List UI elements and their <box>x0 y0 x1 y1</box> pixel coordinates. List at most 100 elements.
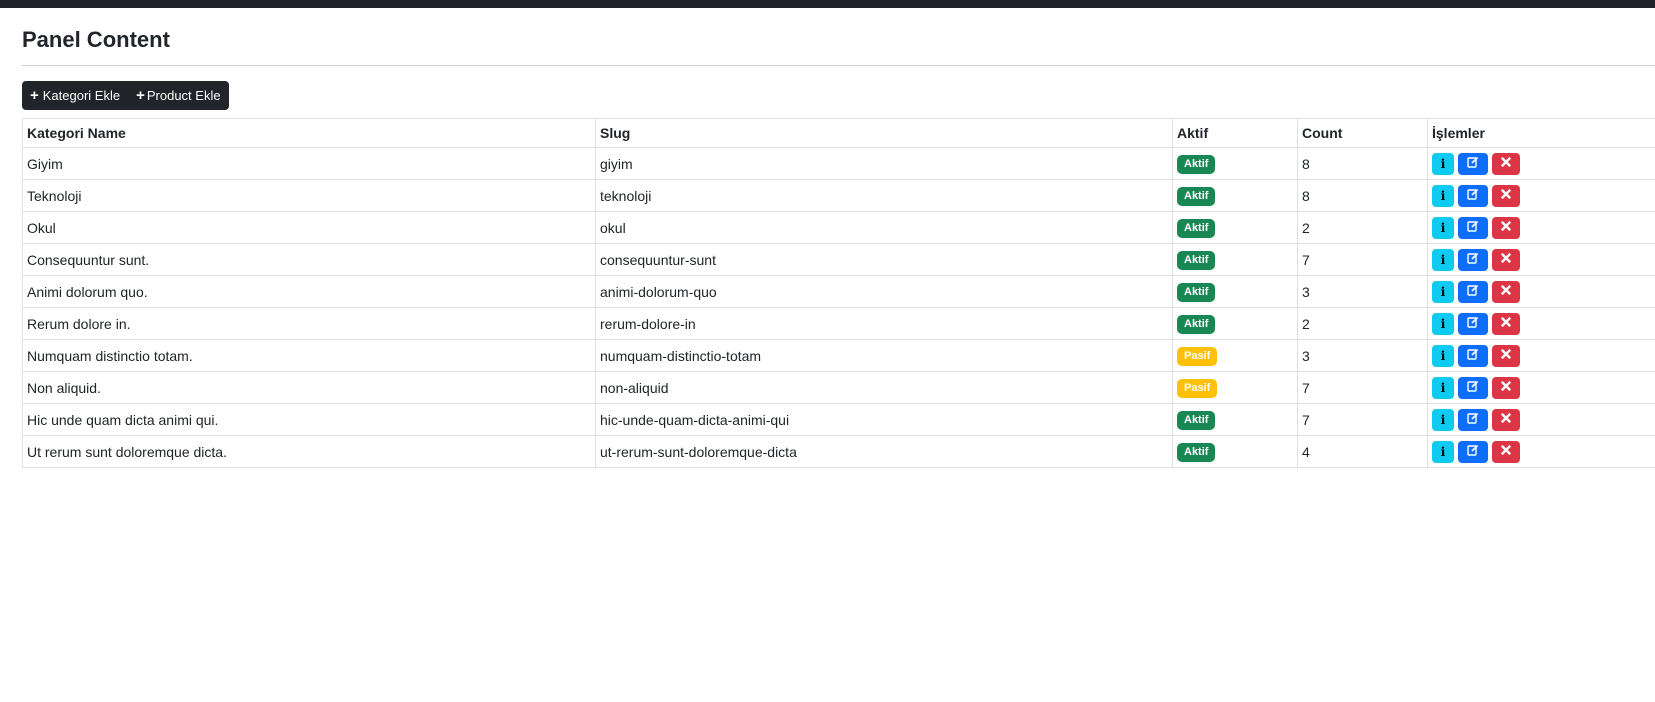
table-row: Hic unde quam dicta animi qui. hic-unde-q… <box>22 403 1655 436</box>
cell-count: 3 <box>1297 339 1428 372</box>
edit-button[interactable] <box>1458 184 1488 207</box>
cell-count: 4 <box>1297 435 1428 468</box>
edit-button[interactable] <box>1458 152 1488 175</box>
table-row: Rerum dolore in. rerum-dolore-in Aktif 2 i <box>22 307 1655 340</box>
table-row: Non aliquid. non-aliquid Pasif 7 i <box>22 371 1655 404</box>
info-button[interactable]: i <box>1432 152 1454 175</box>
row-actions: i <box>1432 440 1651 463</box>
cell-count: 3 <box>1297 275 1428 308</box>
cell-count: 2 <box>1297 211 1428 244</box>
row-actions: i <box>1432 376 1651 399</box>
row-actions: i <box>1432 344 1651 367</box>
info-icon: i <box>1440 252 1446 267</box>
edit-icon <box>1467 316 1479 331</box>
table-row: Animi dolorum quo. animi-dolorum-quo Aktif… <box>22 275 1655 308</box>
column-header-active: Aktif <box>1172 118 1298 148</box>
toolbar: + Kategori Ekle + Product Ekle <box>22 81 229 110</box>
info-button[interactable]: i <box>1432 248 1454 271</box>
delete-button[interactable] <box>1492 248 1520 271</box>
info-button[interactable]: i <box>1432 408 1454 431</box>
delete-button[interactable] <box>1492 280 1520 303</box>
plus-icon: + <box>136 87 145 104</box>
cell-actions: i <box>1427 147 1655 180</box>
cell-actions: i <box>1427 371 1655 404</box>
column-header-name: Kategori Name <box>22 118 596 148</box>
cell-status: Aktif <box>1172 243 1298 276</box>
info-button[interactable]: i <box>1432 376 1454 399</box>
row-actions: i <box>1432 408 1651 431</box>
delete-button[interactable] <box>1492 440 1520 463</box>
close-icon <box>1501 317 1511 330</box>
cell-status: Pasif <box>1172 371 1298 404</box>
edit-button[interactable] <box>1458 216 1488 239</box>
cell-slug: hic-unde-quam-dicta-animi-qui <box>595 403 1173 436</box>
cell-name: Teknoloji <box>22 179 596 212</box>
cell-count: 7 <box>1297 403 1428 436</box>
status-badge: Aktif <box>1177 442 1216 462</box>
edit-icon <box>1467 444 1479 459</box>
cell-slug: consequuntur-sunt <box>595 243 1173 276</box>
edit-button[interactable] <box>1458 248 1488 271</box>
cell-actions: i <box>1427 403 1655 436</box>
info-icon: i <box>1440 220 1446 235</box>
info-button[interactable]: i <box>1432 280 1454 303</box>
cell-status: Pasif <box>1172 339 1298 372</box>
cell-name: Consequuntur sunt. <box>22 243 596 276</box>
delete-button[interactable] <box>1492 184 1520 207</box>
delete-button[interactable] <box>1492 344 1520 367</box>
edit-button[interactable] <box>1458 408 1488 431</box>
cell-name: Okul <box>22 211 596 244</box>
delete-button[interactable] <box>1492 152 1520 175</box>
cell-actions: i <box>1427 179 1655 212</box>
add-product-label: Product Ekle <box>146 88 221 103</box>
close-icon <box>1501 413 1511 426</box>
edit-button[interactable] <box>1458 344 1488 367</box>
cell-count: 7 <box>1297 243 1428 276</box>
page-title: Panel Content <box>22 27 170 52</box>
info-button[interactable]: i <box>1432 344 1454 367</box>
top-navbar <box>0 0 1655 8</box>
close-icon <box>1501 157 1511 170</box>
delete-button[interactable] <box>1492 376 1520 399</box>
add-product-button[interactable]: + Product Ekle <box>128 81 229 110</box>
edit-button[interactable] <box>1458 440 1488 463</box>
info-icon: i <box>1440 380 1446 395</box>
table-row: Consequuntur sunt. consequuntur-sunt Aktif… <box>22 243 1655 276</box>
delete-button[interactable] <box>1492 312 1520 335</box>
row-actions: i <box>1432 152 1651 175</box>
info-icon: i <box>1440 284 1446 299</box>
info-button[interactable]: i <box>1432 440 1454 463</box>
title-divider <box>22 65 1655 66</box>
add-category-button[interactable]: + Kategori Ekle <box>22 81 129 110</box>
plus-icon: + <box>30 87 39 104</box>
info-button[interactable]: i <box>1432 312 1454 335</box>
cell-slug: okul <box>595 211 1173 244</box>
info-button[interactable]: i <box>1432 184 1454 207</box>
edit-button[interactable] <box>1458 280 1488 303</box>
delete-button[interactable] <box>1492 408 1520 431</box>
cell-slug: animi-dolorum-quo <box>595 275 1173 308</box>
cell-name: Animi dolorum quo. <box>22 275 596 308</box>
table-row: Numquam distinctio totam. numquam-distinc… <box>22 339 1655 372</box>
table-body: Giyim giyim Aktif 8 i Teknoloji teknoloji Aktif… <box>22 147 1655 468</box>
column-header-actions: İşlemler <box>1427 118 1655 148</box>
info-icon: i <box>1440 188 1446 203</box>
row-actions: i <box>1432 312 1651 335</box>
info-icon: i <box>1440 156 1446 171</box>
info-icon: i <box>1440 348 1446 363</box>
close-icon <box>1501 445 1511 458</box>
cell-slug: giyim <box>595 147 1173 180</box>
edit-button[interactable] <box>1458 376 1488 399</box>
delete-button[interactable] <box>1492 216 1520 239</box>
table-header-row: Kategori Name Slug Aktif Count İşlemler <box>22 118 1655 148</box>
info-button[interactable]: i <box>1432 216 1454 239</box>
status-badge: Aktif <box>1177 218 1216 238</box>
add-category-label: Kategori Ekle <box>42 88 121 103</box>
status-badge: Aktif <box>1177 154 1216 174</box>
cell-status: Aktif <box>1172 435 1298 468</box>
status-badge: Pasif <box>1177 378 1218 398</box>
info-icon: i <box>1440 412 1446 427</box>
edit-button[interactable] <box>1458 312 1488 335</box>
table-row: Ut rerum sunt doloremque dicta. ut-rerum-… <box>22 435 1655 468</box>
status-badge: Aktif <box>1177 282 1216 302</box>
